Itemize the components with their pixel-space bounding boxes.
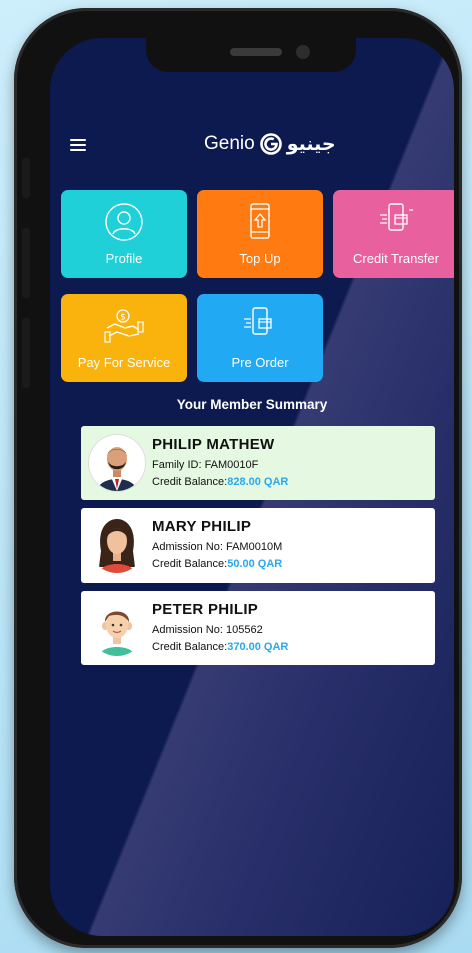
speaker [230,48,282,56]
credit-transfer-tile[interactable]: Credit Transfer [333,190,454,278]
member-card-peter[interactable]: PETER PHILIP Admission No: 105562 Credit… [81,591,435,665]
avatar-man-icon [89,435,145,491]
top-up-icon [250,203,270,239]
top-up-label: Top Up [239,251,281,266]
member-id: Admission No: 105562 [152,624,263,636]
member-card-mary[interactable]: MARY PHILIP Admission No: FAM0010M Credi… [81,508,435,583]
profile-icon [105,203,143,241]
member-card-philip[interactable]: PHILIP MATHEW Family ID: FAM0010F Credit… [81,426,435,500]
member-id: Family ID: FAM0010F [152,459,259,471]
volume-up-button [22,228,30,298]
app-screen: Genio جينيو Profile Top Up Credit Transf… [50,38,454,936]
notch [146,38,356,72]
camera [296,45,310,59]
menu-icon[interactable] [70,139,86,154]
genio-logo-icon [259,133,282,155]
mute-switch [22,158,30,198]
pay-for-service-tile[interactable]: $ Pay For Service [61,294,187,382]
avatar-woman-icon [89,517,145,573]
avatar-boy-icon [89,600,145,656]
profile-label: Profile [105,251,143,266]
member-balance: Credit Balance:370.00 QAR [152,641,289,653]
member-name: MARY PHILIP [152,518,252,535]
member-name: PHILIP MATHEW [152,436,275,453]
profile-tile[interactable]: Profile [61,190,187,278]
app-brand: Genio جينيو [204,130,336,158]
pay-for-service-icon: $ [104,309,144,343]
top-up-tile[interactable]: Top Up [197,190,323,278]
pre-order-icon [244,307,272,335]
volume-down-button [22,318,30,388]
credit-transfer-icon [380,203,413,231]
member-id: Admission No: FAM0010M [152,541,283,553]
member-summary-title: Your Member Summary [176,397,328,412]
member-balance: Credit Balance:50.00 QAR [152,558,283,570]
credit-transfer-label: Credit Transfer [353,251,439,266]
phone-frame: Genio جينيو Profile Top Up Credit Transf… [14,8,462,948]
pre-order-label: Pre Order [231,355,289,370]
svg-text:$: $ [120,313,126,323]
brand-name-arabic: جينيو [286,133,336,155]
member-name: PETER PHILIP [152,601,259,618]
brand-name: Genio [204,133,255,154]
member-balance: Credit Balance:828.00 QAR [152,476,289,488]
pre-order-tile[interactable]: Pre Order [197,294,323,382]
pay-for-service-label: Pay For Service [77,355,171,370]
